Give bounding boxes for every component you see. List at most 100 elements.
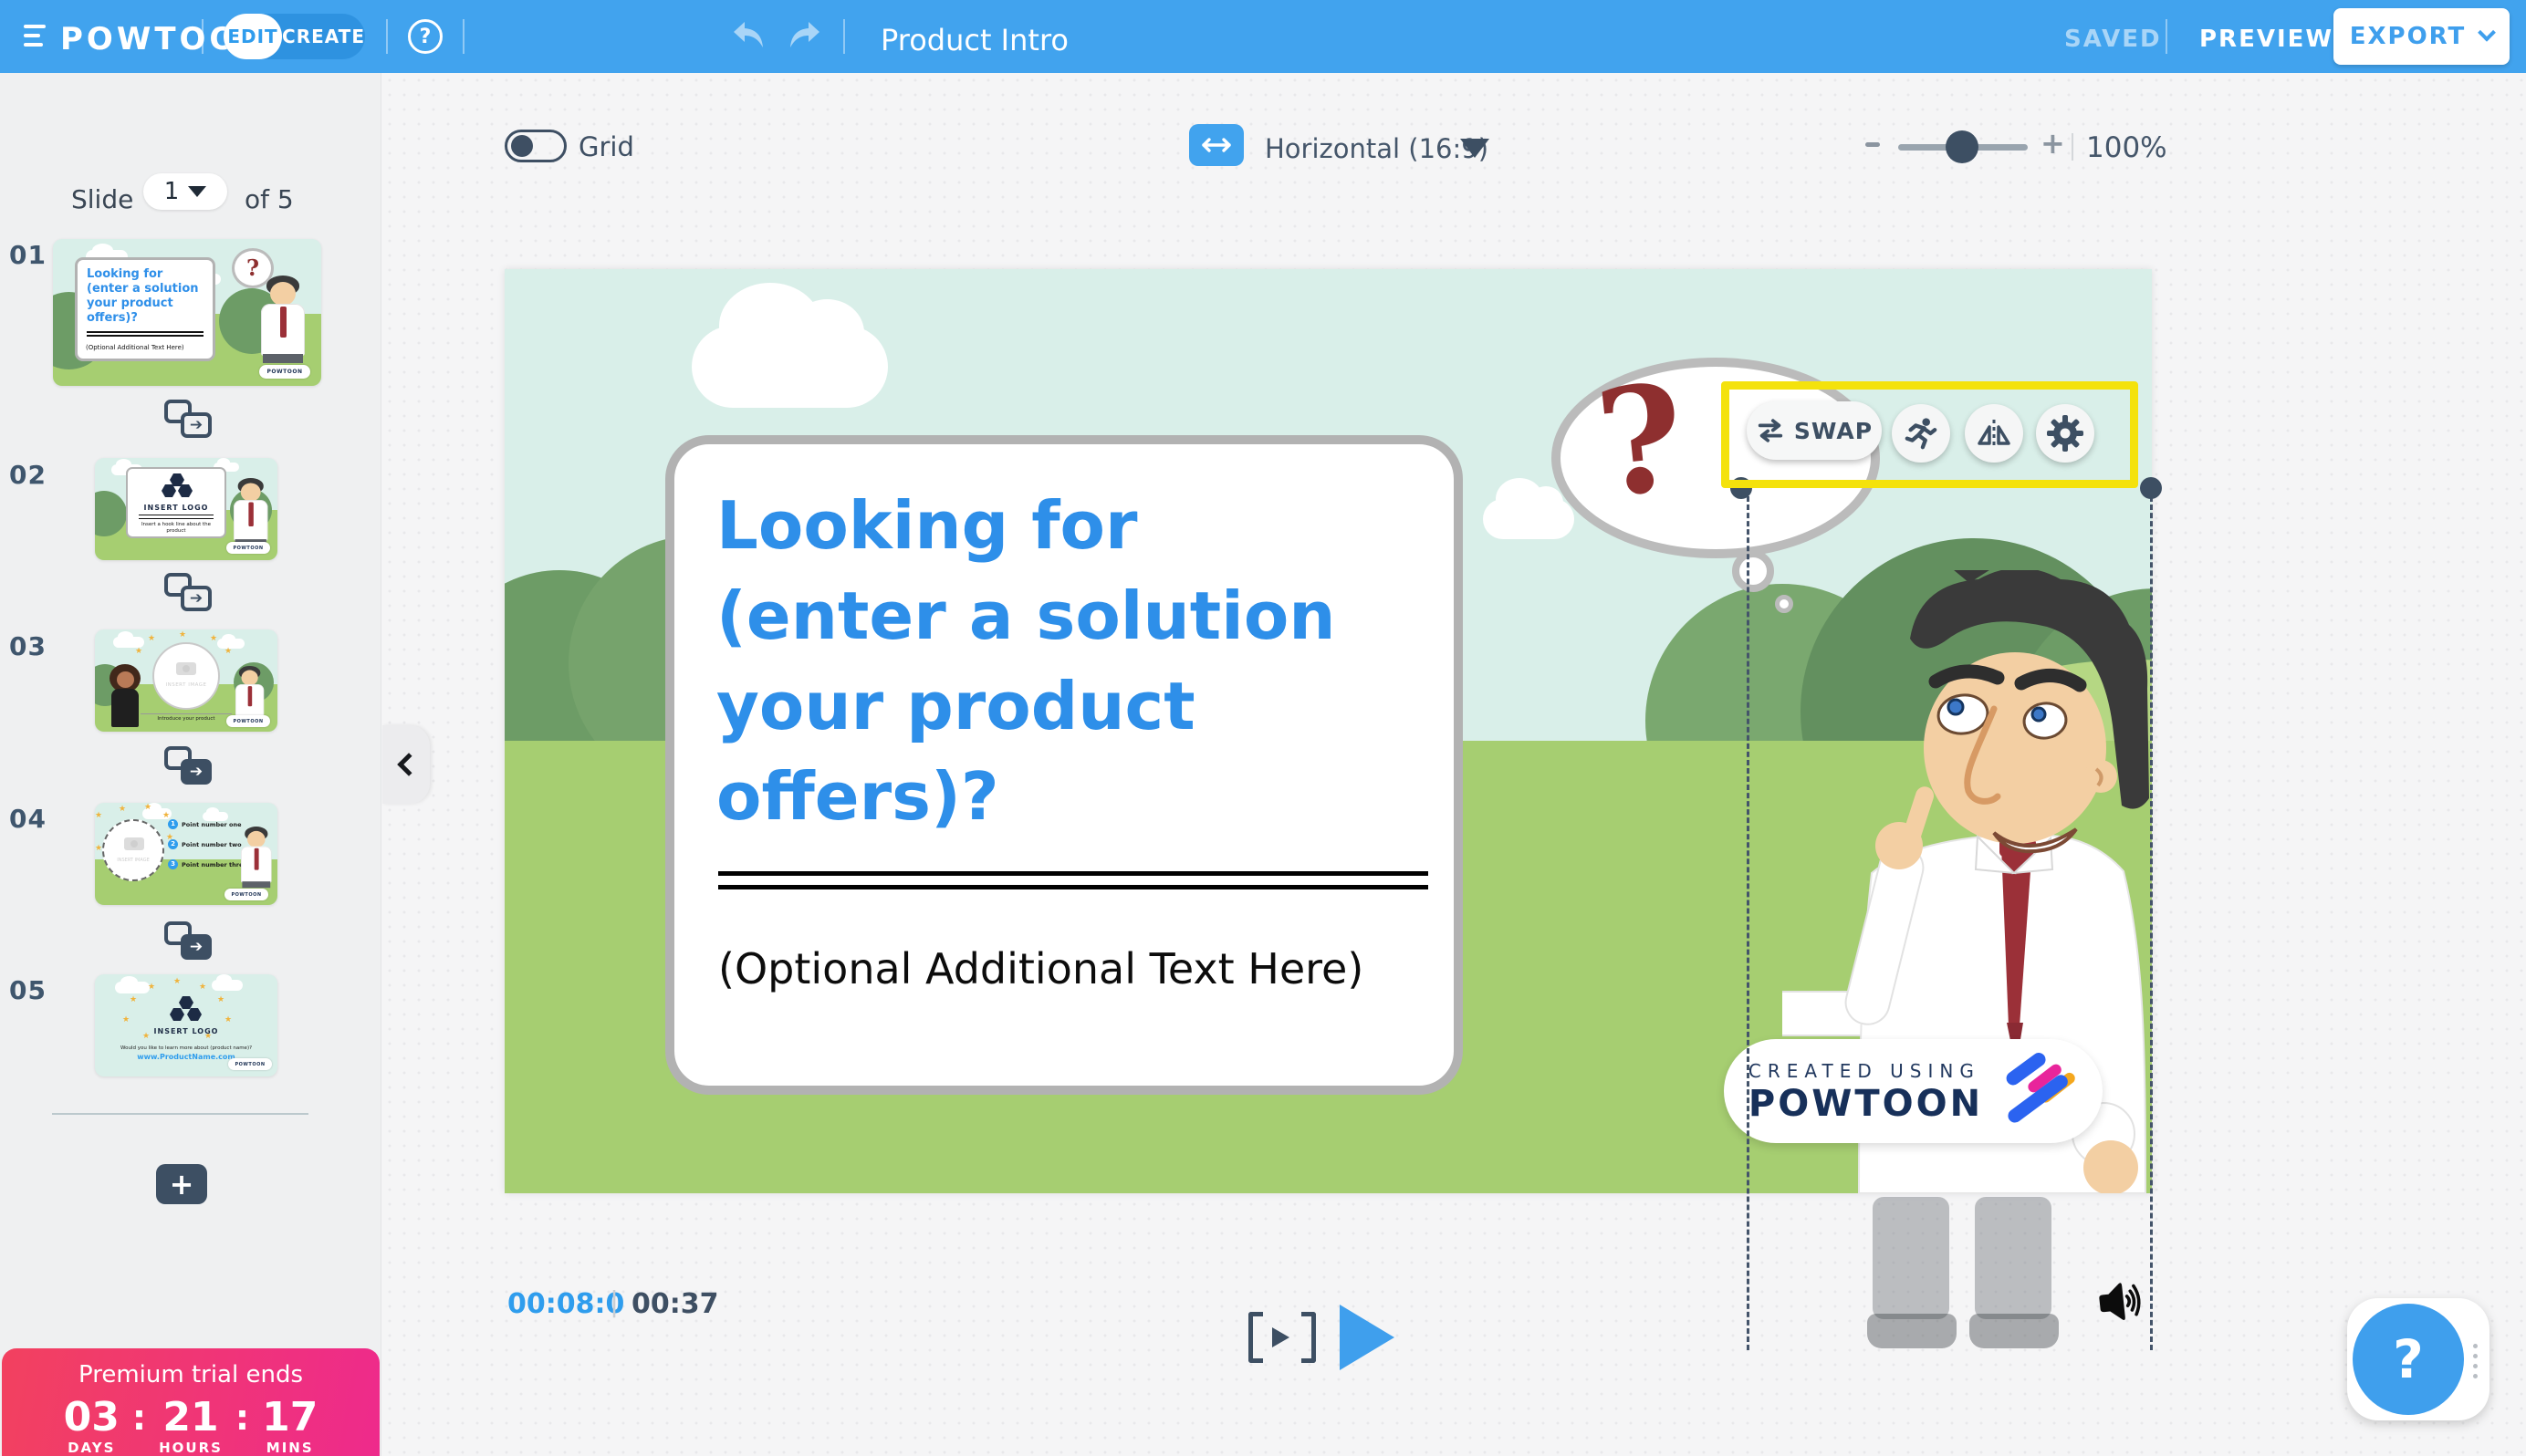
slide-thumbnail-5[interactable]: ★★★★★★★★★ INSERT LOGO Would you like to … (95, 974, 277, 1076)
thumb-insert-image-circle: INSERT IMAGE (102, 819, 164, 881)
fab-drag-handle[interactable] (2473, 1344, 2478, 1378)
powtoon-watermark: POWTOON (226, 715, 270, 727)
transition-button-1[interactable]: ➔ (164, 400, 212, 438)
preview-button[interactable]: PREVIEW (2199, 26, 2333, 53)
thumb-point-row: 1Point number one (168, 819, 242, 829)
slide-thumbnail-2[interactable]: INSERT LOGO Insert a hook line about the… (95, 458, 277, 560)
question-mark: ? (1591, 364, 1691, 518)
powtoon-watermark: POWTOON (228, 1058, 272, 1070)
heading-line-2: (enter a solution (716, 571, 1336, 661)
flip-button[interactable] (1965, 404, 2023, 463)
help-icon[interactable]: ? (408, 19, 443, 54)
cloud-graphic (1483, 499, 1574, 539)
badge-line1: CREATED USING (1748, 1060, 1983, 1082)
swap-arrows-icon (1756, 418, 1785, 443)
zoom-in-button[interactable]: + (2041, 126, 2065, 161)
export-button[interactable]: EXPORT (2333, 8, 2510, 65)
zoom-slider-knob[interactable] (1946, 130, 1978, 163)
slide-number-3: 03 (9, 631, 47, 661)
double-rule (718, 871, 1428, 889)
grid-label: Grid (579, 131, 634, 162)
colon: : (132, 1398, 146, 1438)
settings-button[interactable] (2036, 404, 2094, 463)
shoe-graphic (1969, 1314, 2059, 1348)
thought-bubble-small (1775, 595, 1793, 613)
slide-thumbnail-3[interactable]: ★★★★★ INSERT IMAGE Introduce your produc… (95, 629, 277, 732)
top-bar: POWTOON EDIT CREATE ? Product Intro SAVE… (0, 0, 2526, 73)
heading-line-3: your product (716, 661, 1195, 752)
star-icon: ★ (210, 635, 217, 643)
optional-text: (Optional Additional Text Here) (718, 944, 1363, 993)
play-slide-button[interactable] (1301, 1312, 1316, 1363)
grid-toggle[interactable] (505, 130, 567, 162)
chevron-left-icon (397, 753, 420, 775)
volume-icon[interactable] (2093, 1278, 2145, 1328)
slide-thumbnail-1[interactable]: ? Looking for (enter a solution your pro… (53, 239, 321, 386)
thumb-character-man (241, 827, 272, 888)
thumb-question-mark: ? (246, 255, 259, 281)
slide-count-label: of 5 (245, 184, 294, 214)
slide-thumbnail-4[interactable]: ★★★★★★★★ INSERT IMAGE 1Point number one … (95, 803, 277, 905)
thumb-heading-line: offers)? (87, 311, 199, 326)
star-icon: ★ (119, 806, 126, 814)
transition-arrow-icon: ➔ (181, 586, 212, 611)
leg-graphic (1975, 1197, 2051, 1319)
help-fab-button[interactable]: ? (2353, 1304, 2464, 1415)
star-icon: ★ (148, 983, 155, 992)
star-icon: ★ (173, 978, 181, 986)
text-card[interactable]: Looking for (enter a solution your produ… (665, 435, 1463, 1095)
star-icon: ★ (95, 812, 102, 820)
hamburger-menu-icon[interactable] (24, 25, 47, 52)
slide-picker-label: Slide (71, 184, 133, 214)
swap-button[interactable]: SWAP (1747, 401, 1882, 460)
chevron-down-icon (2478, 24, 2496, 42)
orientation-icon[interactable] (1189, 124, 1244, 166)
transition-button-3[interactable]: ➔ (164, 746, 212, 785)
redo-icon[interactable] (785, 18, 823, 55)
heading-line-1: Looking for (716, 481, 1138, 571)
trial-hours: 21HOURS (159, 1398, 223, 1456)
thumb-rule (141, 713, 232, 714)
tab-create[interactable]: CREATE (282, 14, 365, 59)
slide-number-4: 04 (9, 804, 47, 834)
transition-button-2[interactable]: ➔ (164, 573, 212, 611)
slide-picker-dropdown[interactable]: 1 (143, 173, 227, 210)
edit-create-toggle[interactable]: EDIT CREATE (224, 14, 365, 59)
project-title[interactable]: Product Intro (881, 23, 1069, 57)
undo-icon[interactable] (730, 18, 768, 55)
thumb-character-man (234, 478, 267, 546)
leg-graphic (1873, 1197, 1949, 1319)
thumb-heading-line: (enter a solution (87, 282, 199, 296)
thumb-insert-logo-label: INSERT LOGO (128, 504, 224, 512)
powtoon-logo-mark (2001, 1053, 2078, 1129)
zoom-out-button[interactable] (1865, 142, 1880, 147)
add-slide-button[interactable]: + (156, 1164, 207, 1204)
slide-number-5: 05 (9, 975, 47, 1005)
slides-sidebar: Slide 1 of 5 01 ? Looking for (enter a s… (0, 73, 381, 1456)
caret-down-icon[interactable] (1460, 139, 1489, 158)
thumb-divider (139, 515, 214, 519)
thumb-heading-line: your product (87, 296, 199, 311)
trial-days: 03DAYS (64, 1398, 120, 1456)
star-icon: ★ (122, 1016, 130, 1024)
thumb-point-row: 2Point number two (168, 839, 242, 849)
play-slide-icon[interactable] (1272, 1327, 1289, 1347)
play-slide-button[interactable] (1248, 1312, 1263, 1363)
time-separator: | (610, 1286, 619, 1318)
play-button[interactable] (1340, 1305, 1394, 1370)
transition-button-4[interactable]: ➔ (164, 921, 212, 960)
orientation-dropdown[interactable]: Horizontal (16:9) (1265, 133, 1488, 164)
tab-edit[interactable]: EDIT (224, 14, 282, 59)
divider (843, 19, 845, 54)
animate-button[interactable] (1892, 404, 1950, 463)
badge-line2: POWTOON (1748, 1086, 1983, 1122)
thumb-logo-card: INSERT LOGO Insert a hook line about the… (126, 467, 226, 538)
cloud-graphic (692, 326, 888, 408)
sidebar-collapse-button[interactable] (382, 725, 430, 804)
cloud-graphic (115, 982, 150, 993)
selection-handle[interactable] (2140, 477, 2162, 499)
caret-down-icon (188, 186, 206, 197)
thumb-subtext: Insert a hook line about the product (135, 522, 217, 535)
trial-heading: Premium trial ends (2, 1361, 380, 1388)
thumb-subtext: Introduce your product (131, 716, 241, 722)
